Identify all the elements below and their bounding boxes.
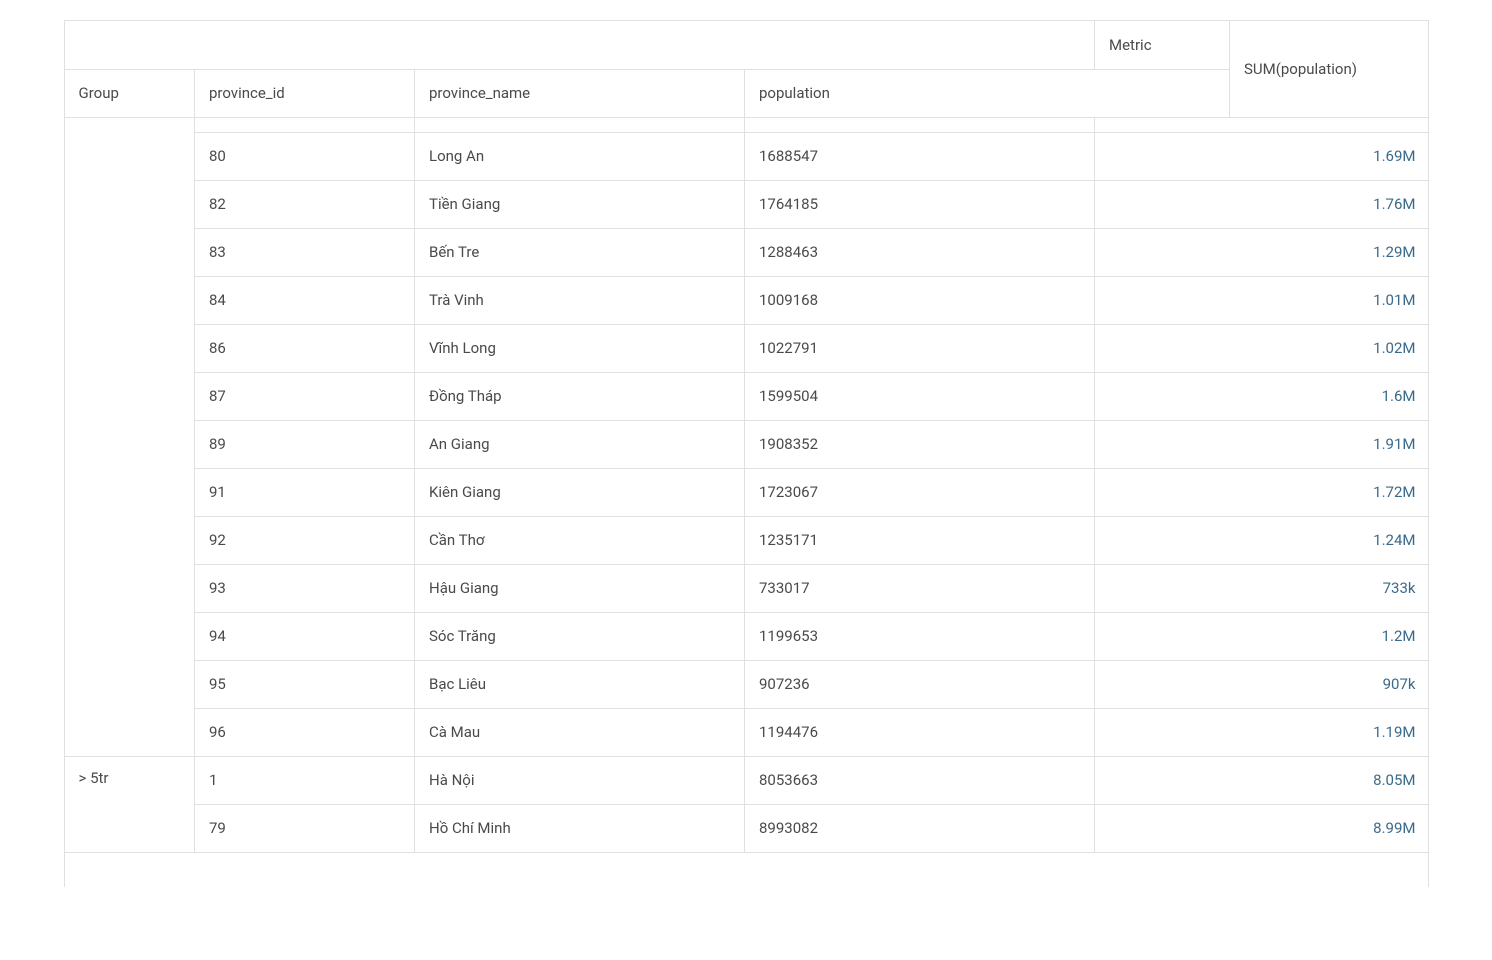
cell-province-name: Đồng Tháp [415, 372, 745, 420]
cell-province-name: Sóc Trăng [415, 612, 745, 660]
table-body-scroll[interactable]: 77Bà Rịa - Vũng Tàu11483131.15M80Long An… [65, 118, 1428, 887]
cell-province-id: 89 [195, 420, 415, 468]
cell-province-id: 94 [195, 612, 415, 660]
cell-province-id: 87 [195, 372, 415, 420]
header-province-id[interactable]: province_id [195, 69, 415, 117]
cell-sum-population: 1.15M [1095, 118, 1428, 133]
cell-province-id: 80 [195, 132, 415, 180]
header-population[interactable]: population [745, 69, 1230, 117]
cell-sum-population: 1.2M [1095, 612, 1428, 660]
cell-population: 1022791 [745, 324, 1095, 372]
cell-sum-population: 1.01M [1095, 276, 1428, 324]
cell-population: 1009168 [745, 276, 1095, 324]
header-metric[interactable]: Metric [1095, 21, 1230, 69]
cell-population: 1764185 [745, 180, 1095, 228]
table-row[interactable]: 77Bà Rịa - Vũng Tàu11483131.15M [65, 118, 1428, 133]
cell-sum-population: 1.91M [1095, 420, 1428, 468]
cell-sum-population: 1.6M [1095, 372, 1428, 420]
cell-population: 1199653 [745, 612, 1095, 660]
table-body: 77Bà Rịa - Vũng Tàu11483131.15M80Long An… [65, 118, 1428, 853]
cell-province-id: 93 [195, 564, 415, 612]
group-cell: > 5tr [65, 756, 195, 852]
header-province-name[interactable]: province_name [415, 69, 745, 117]
cell-sum-population: 8.99M [1095, 804, 1428, 852]
cell-population: 8993082 [745, 804, 1095, 852]
cell-population: 1148313 [745, 118, 1095, 133]
header-blank-top [65, 21, 1095, 69]
cell-province-id: 79 [195, 804, 415, 852]
cell-province-name: Tiền Giang [415, 180, 745, 228]
header-sum-population[interactable]: SUM(population) [1230, 21, 1429, 117]
table-row[interactable]: 91Kiên Giang17230671.72M [65, 468, 1428, 516]
cell-sum-population: 907k [1095, 660, 1428, 708]
cell-province-name: Cà Mau [415, 708, 745, 756]
cell-province-id: 84 [195, 276, 415, 324]
cell-population: 1688547 [745, 132, 1095, 180]
cell-province-name: Cần Thơ [415, 516, 745, 564]
table-row[interactable]: 83Bến Tre12884631.29M [65, 228, 1428, 276]
table-row[interactable]: 86Vĩnh Long10227911.02M [65, 324, 1428, 372]
table-header: Metric SUM(population) Group province_id… [65, 21, 1429, 118]
cell-sum-population: 1.02M [1095, 324, 1428, 372]
header-group[interactable]: Group [65, 69, 195, 117]
cell-province-id: 95 [195, 660, 415, 708]
cell-province-id: 77 [195, 118, 415, 133]
cell-sum-population: 1.29M [1095, 228, 1428, 276]
cell-population: 1235171 [745, 516, 1095, 564]
cell-province-name: Vĩnh Long [415, 324, 745, 372]
table-row[interactable]: 94Sóc Trăng11996531.2M [65, 612, 1428, 660]
table-row[interactable]: 87Đồng Tháp15995041.6M [65, 372, 1428, 420]
cell-province-id: 82 [195, 180, 415, 228]
cell-province-name: An Giang [415, 420, 745, 468]
cell-population: 1288463 [745, 228, 1095, 276]
table-row[interactable]: 92Cần Thơ12351711.24M [65, 516, 1428, 564]
table-row[interactable]: 89An Giang19083521.91M [65, 420, 1428, 468]
cell-sum-population: 1.72M [1095, 468, 1428, 516]
cell-province-id: 83 [195, 228, 415, 276]
cell-province-name: Bà Rịa - Vũng Tàu [415, 118, 745, 133]
cell-sum-population: 1.69M [1095, 132, 1428, 180]
cell-province-name: Hà Nội [415, 756, 745, 804]
cell-province-name: Trà Vinh [415, 276, 745, 324]
cell-population: 8053663 [745, 756, 1095, 804]
cell-population: 1908352 [745, 420, 1095, 468]
cell-province-name: Bến Tre [415, 228, 745, 276]
cell-population: 733017 [745, 564, 1095, 612]
table-row[interactable]: 80Long An16885471.69M [65, 132, 1428, 180]
cell-province-id: 96 [195, 708, 415, 756]
table-row[interactable]: 79Hồ Chí Minh89930828.99M [65, 804, 1428, 852]
group-cell [65, 118, 195, 757]
cell-population: 1194476 [745, 708, 1095, 756]
table-row[interactable]: > 5tr1Hà Nội80536638.05M [65, 756, 1428, 804]
cell-sum-population: 1.24M [1095, 516, 1428, 564]
cell-province-name: Hậu Giang [415, 564, 745, 612]
cell-sum-population: 1.76M [1095, 180, 1428, 228]
cell-province-id: 92 [195, 516, 415, 564]
cell-province-name: Kiên Giang [415, 468, 745, 516]
pivot-table: Metric SUM(population) Group province_id… [64, 20, 1429, 887]
cell-province-name: Bạc Liêu [415, 660, 745, 708]
cell-population: 1723067 [745, 468, 1095, 516]
cell-sum-population: 733k [1095, 564, 1428, 612]
cell-sum-population: 1.19M [1095, 708, 1428, 756]
table-row[interactable]: 84Trà Vinh10091681.01M [65, 276, 1428, 324]
table-row[interactable]: 93Hậu Giang733017733k [65, 564, 1428, 612]
cell-province-name: Long An [415, 132, 745, 180]
table-row[interactable]: 95Bạc Liêu907236907k [65, 660, 1428, 708]
cell-population: 907236 [745, 660, 1095, 708]
cell-province-id: 91 [195, 468, 415, 516]
table-row[interactable]: 82Tiền Giang17641851.76M [65, 180, 1428, 228]
cell-sum-population: 8.05M [1095, 756, 1428, 804]
cell-province-id: 86 [195, 324, 415, 372]
cell-province-id: 1 [195, 756, 415, 804]
table-row[interactable]: 96Cà Mau11944761.19M [65, 708, 1428, 756]
cell-population: 1599504 [745, 372, 1095, 420]
cell-province-name: Hồ Chí Minh [415, 804, 745, 852]
